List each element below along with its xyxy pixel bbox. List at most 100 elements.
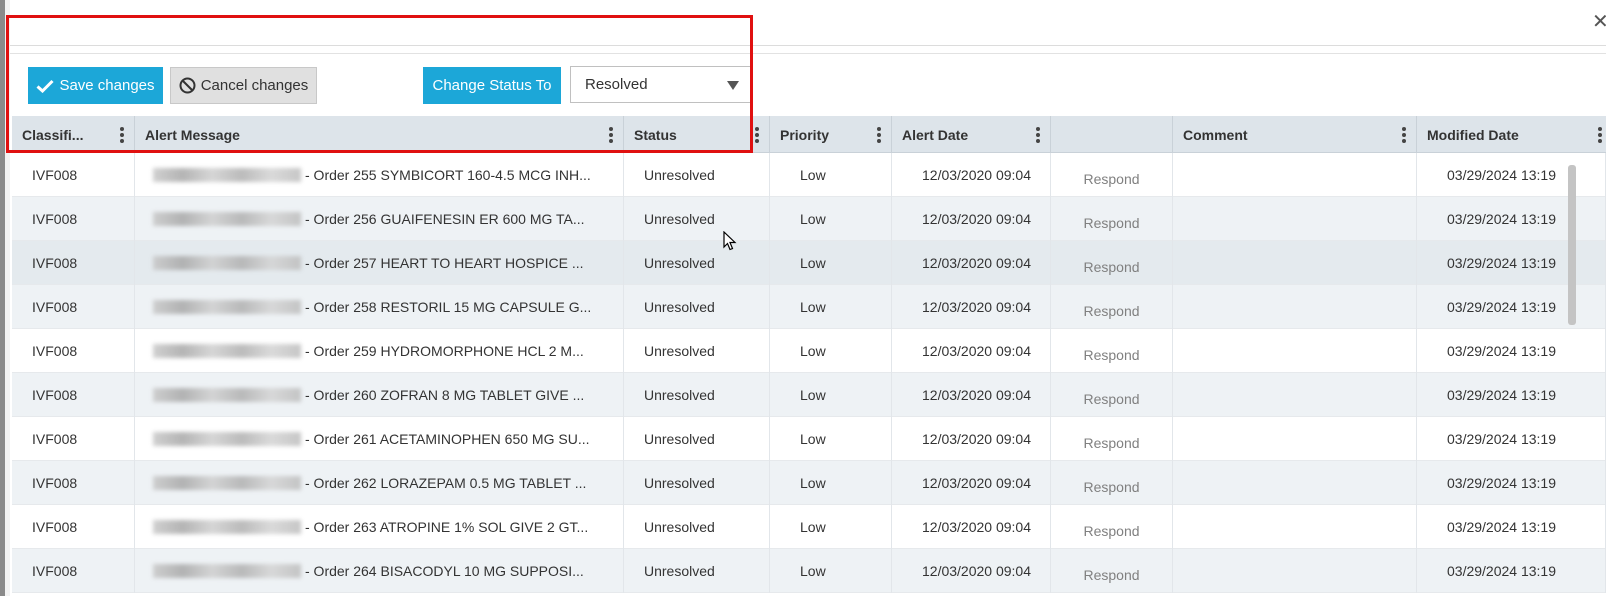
cell-status: Unresolved (624, 153, 770, 197)
cell-status: Unresolved (624, 461, 770, 505)
cell-status: Unresolved (624, 505, 770, 549)
alert-message-text: - Order 261 ACETAMINOPHEN 650 MG SU... (305, 431, 590, 447)
respond-link[interactable]: Respond (1051, 197, 1173, 241)
alert-message-text: - Order 263 ATROPINE 1% SOL GIVE 2 GT... (305, 519, 589, 535)
cell-classification: IVF008 (12, 329, 135, 373)
cell-classification: IVF008 (12, 373, 135, 417)
kebab-icon[interactable] (877, 127, 881, 143)
table-row[interactable]: IVF008 - Order 255 SYMBICORT 160-4.5 MCG … (12, 153, 1606, 197)
caret-down-icon (727, 81, 739, 90)
alert-message-text: - Order 262 LORAZEPAM 0.5 MG TABLET ... (305, 475, 587, 491)
cell-classification: IVF008 (12, 549, 135, 593)
prohibited-icon (179, 77, 196, 94)
cell-comment (1173, 417, 1417, 461)
grid-body: IVF008 - Order 255 SYMBICORT 160-4.5 MCG … (12, 153, 1606, 596)
respond-link[interactable]: Respond (1051, 549, 1173, 593)
cell-alert-date: 12/03/2020 09:04 (892, 285, 1051, 329)
kebab-icon[interactable] (1598, 127, 1602, 143)
column-header-classification[interactable]: Classifi... (12, 116, 135, 153)
cell-comment (1173, 285, 1417, 329)
respond-link[interactable]: Respond (1051, 285, 1173, 329)
cell-modified-date: 03/29/2024 13:19 (1417, 197, 1606, 241)
column-header-comment[interactable]: Comment (1173, 116, 1417, 153)
redacted-patient-name (153, 476, 301, 490)
mouse-cursor-icon (723, 231, 737, 251)
cell-comment (1173, 461, 1417, 505)
table-row[interactable]: IVF008 - Order 261 ACETAMINOPHEN 650 MG S… (12, 417, 1606, 461)
cell-alert-date: 12/03/2020 09:04 (892, 197, 1051, 241)
table-row[interactable]: IVF008 - Order 259 HYDROMORPHONE HCL 2 M.… (12, 329, 1606, 373)
grid-scrollbar[interactable] (1568, 165, 1576, 325)
cell-comment (1173, 153, 1417, 197)
respond-link-label: Respond (1083, 478, 1140, 495)
respond-link-label: Respond (1083, 434, 1140, 451)
table-row[interactable]: IVF008 - Order 262 LORAZEPAM 0.5 MG TABLE… (12, 461, 1606, 505)
status-select[interactable]: Resolved (570, 66, 752, 103)
cell-alert-date: 12/03/2020 09:04 (892, 549, 1051, 593)
redacted-patient-name (153, 300, 301, 314)
cell-comment (1173, 505, 1417, 549)
column-header-alert-message[interactable]: Alert Message (135, 116, 624, 153)
cell-status: Unresolved (624, 329, 770, 373)
respond-link[interactable]: Respond (1051, 329, 1173, 373)
column-header-action (1051, 116, 1173, 153)
cell-comment (1173, 373, 1417, 417)
cell-classification: IVF008 (12, 285, 135, 329)
table-row[interactable]: IVF008 - Order 257 HEART TO HEART HOSPICE… (12, 241, 1606, 285)
respond-link-label: Respond (1083, 346, 1140, 363)
change-status-button[interactable]: Change Status To (423, 67, 561, 104)
cell-priority: Low (770, 549, 892, 593)
cell-comment (1173, 197, 1417, 241)
cell-classification: IVF008 (12, 505, 135, 549)
cell-modified-date: 03/29/2024 13:19 (1417, 461, 1606, 505)
kebab-icon[interactable] (120, 127, 124, 143)
cell-modified-date: 03/29/2024 13:19 (1417, 285, 1606, 329)
column-header-status[interactable]: Status (624, 116, 770, 153)
column-header-priority[interactable]: Priority (770, 116, 892, 153)
respond-link[interactable]: Respond (1051, 153, 1173, 197)
kebab-icon[interactable] (609, 127, 613, 143)
cancel-changes-button[interactable]: Cancel changes (170, 67, 317, 104)
respond-link[interactable]: Respond (1051, 241, 1173, 285)
redacted-patient-name (153, 520, 301, 534)
status-select-value: Resolved (585, 76, 648, 93)
respond-link[interactable]: Respond (1051, 505, 1173, 549)
edit-alerts-dialog: ✕ Save changes Cancel changes Change Sta… (10, 0, 1606, 596)
kebab-icon[interactable] (755, 127, 759, 143)
alerts-grid: Classifi... Alert Message Status Priorit… (12, 116, 1606, 596)
respond-link-label: Respond (1083, 522, 1140, 539)
column-header-modified-date[interactable]: Modified Date (1417, 116, 1606, 153)
cell-alert-date: 12/03/2020 09:04 (892, 373, 1051, 417)
cell-status: Unresolved (624, 197, 770, 241)
cell-modified-date: 03/29/2024 13:19 (1417, 549, 1606, 593)
cell-status: Unresolved (624, 241, 770, 285)
kebab-icon[interactable] (1402, 127, 1406, 143)
close-icon[interactable]: ✕ (1592, 12, 1606, 32)
dialog-title-bar: ✕ (10, 0, 1606, 46)
table-row[interactable]: IVF008 - Order 263 ATROPINE 1% SOL GIVE 2… (12, 505, 1606, 549)
cell-priority: Low (770, 417, 892, 461)
save-changes-button[interactable]: Save changes (28, 67, 163, 104)
cell-modified-date: 03/29/2024 13:19 (1417, 241, 1606, 285)
table-row[interactable]: IVF008 - Order 256 GUAIFENESIN ER 600 MG … (12, 197, 1606, 241)
table-row[interactable]: IVF008 - Order 260 ZOFRAN 8 MG TABLET GIV… (12, 373, 1606, 417)
respond-link-label: Respond (1083, 566, 1140, 583)
table-row[interactable]: IVF008 - Order 264 BISACODYL 10 MG SUPPOS… (12, 549, 1606, 593)
alert-message-text: - Order 259 HYDROMORPHONE HCL 2 M... (305, 343, 584, 359)
cell-alert-message: - Order 263 ATROPINE 1% SOL GIVE 2 GT... (135, 505, 624, 549)
table-row[interactable]: IVF008 - Order 258 RESTORIL 15 MG CAPSULE… (12, 285, 1606, 329)
respond-link[interactable]: Respond (1051, 373, 1173, 417)
column-header-alert-date[interactable]: Alert Date (892, 116, 1051, 153)
respond-link[interactable]: Respond (1051, 461, 1173, 505)
cell-modified-date: 03/29/2024 13:19 (1417, 417, 1606, 461)
cell-modified-date: 03/29/2024 13:19 (1417, 329, 1606, 373)
cell-classification: IVF008 (12, 241, 135, 285)
cell-alert-date: 12/03/2020 09:04 (892, 153, 1051, 197)
cell-priority: Low (770, 241, 892, 285)
cell-alert-message: - Order 260 ZOFRAN 8 MG TABLET GIVE ... (135, 373, 624, 417)
redacted-patient-name (153, 344, 301, 358)
alert-message-text: - Order 255 SYMBICORT 160-4.5 MCG INH... (305, 167, 591, 183)
cell-comment (1173, 329, 1417, 373)
kebab-icon[interactable] (1036, 127, 1040, 143)
respond-link[interactable]: Respond (1051, 417, 1173, 461)
